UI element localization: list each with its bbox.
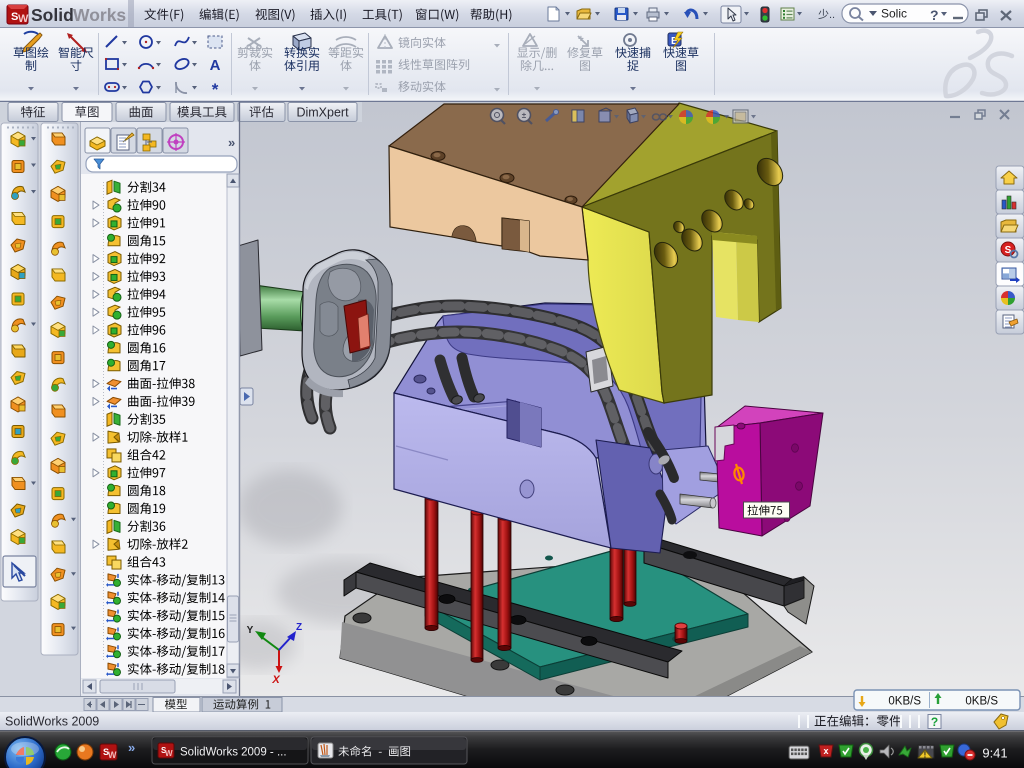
svg-text:Solic: Solic <box>881 7 907 21</box>
svg-text:x: x <box>823 746 828 756</box>
svg-text:9:41: 9:41 <box>982 746 1007 761</box>
svg-text:Y: Y <box>247 625 254 636</box>
svg-text:W: W <box>108 750 117 760</box>
svg-text:SolidWorks 2009: SolidWorks 2009 <box>5 715 99 729</box>
svg-text:W: W <box>18 13 29 25</box>
svg-text:A: A <box>210 57 221 74</box>
svg-text:0KB/S: 0KB/S <box>965 696 998 708</box>
svg-text:±: ± <box>522 111 527 120</box>
svg-text:SolidWorks 2009 - ...: SolidWorks 2009 - ... <box>180 747 287 759</box>
svg-text:Z: Z <box>296 622 302 633</box>
svg-text:»: » <box>228 135 235 150</box>
svg-text:!: ! <box>924 751 927 760</box>
svg-text:Solid: Solid <box>31 5 74 25</box>
svg-text:Works: Works <box>73 5 126 25</box>
svg-text:?: ? <box>930 7 939 23</box>
svg-text:X: X <box>271 674 280 686</box>
svg-text:+: + <box>578 34 584 45</box>
svg-text:W: W <box>165 749 173 758</box>
svg-text:DimXpert: DimXpert <box>296 106 349 120</box>
svg-text:*: * <box>212 80 219 99</box>
svg-text:»: » <box>128 740 135 755</box>
svg-text:0KB/S: 0KB/S <box>888 696 921 708</box>
svg-text:少..: 少.. <box>818 8 835 21</box>
svg-text:?: ? <box>931 715 938 729</box>
